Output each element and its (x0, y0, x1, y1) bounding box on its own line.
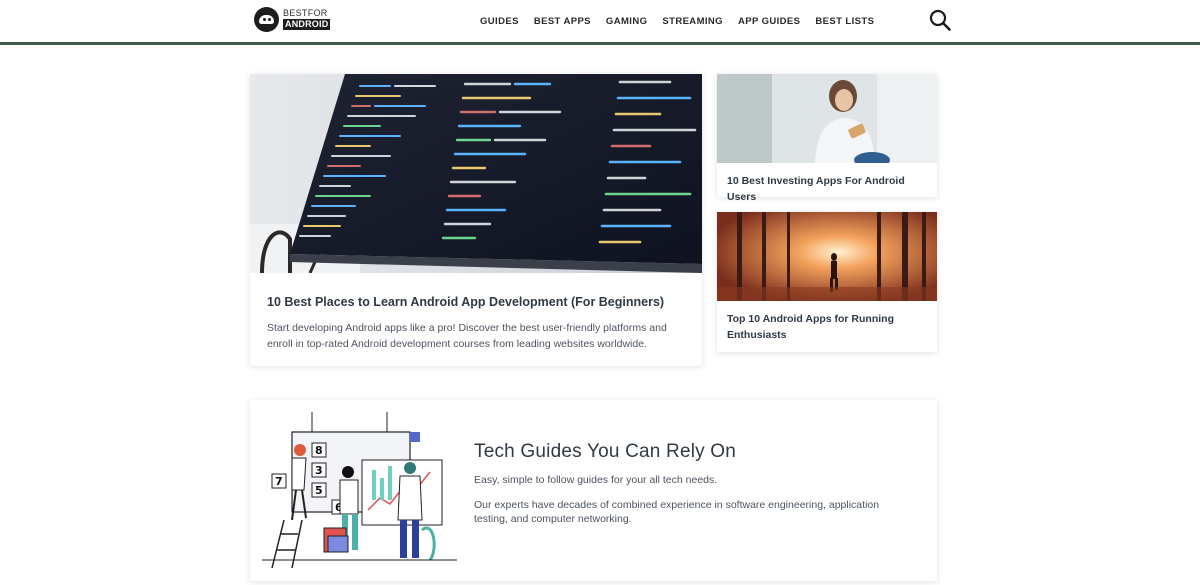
side-article-title[interactable]: 10 Best Investing Apps For Android Users (717, 163, 937, 205)
logo-text-top: BESTFOR (283, 8, 328, 18)
tech-guides-promo: 8 3 5 7 6 Tech Guides You Can Rely On Ea… (250, 400, 937, 581)
tech-guides-subtitle: Easy, simple to follow guides for your a… (474, 474, 718, 486)
android-logo-icon (254, 7, 279, 32)
tech-guides-body: Our experts have decades of combined exp… (474, 499, 880, 525)
svg-text:5: 5 (315, 484, 323, 497)
site-header: BESTFOR ANDROID GUIDES BEST APPS GAMING … (0, 0, 1200, 45)
side-article-card[interactable]: Top 10 Android Apps for Running Enthusia… (717, 212, 937, 352)
side-article-card[interactable]: 10 Best Investing Apps For Android Users (717, 74, 937, 203)
featured-article-description: Start developing Android apps like a pro… (267, 322, 667, 350)
nav-item-streaming[interactable]: STREAMING (662, 16, 723, 27)
logo-text-bottom: ANDROID (283, 19, 331, 30)
nav-item-best-apps[interactable]: BEST APPS (534, 16, 591, 27)
site-logo[interactable]: BESTFOR ANDROID (254, 7, 331, 32)
side-article-image[interactable] (717, 74, 937, 163)
tech-guides-heading: Tech Guides You Can Rely On (474, 441, 737, 462)
team-whiteboard-illustration: 8 3 5 7 6 (262, 412, 457, 569)
svg-text:3: 3 (315, 464, 323, 477)
svg-text:7: 7 (275, 475, 283, 488)
side-article-title[interactable]: Top 10 Android Apps for Running Enthusia… (717, 301, 937, 343)
search-icon[interactable] (929, 9, 951, 31)
main-nav: GUIDES BEST APPS GAMING STREAMING APP GU… (480, 16, 874, 27)
nav-item-best-lists[interactable]: BEST LISTS (815, 16, 874, 27)
featured-article-card[interactable]: 10 Best Places to Learn Android App Deve… (250, 74, 702, 366)
nav-item-app-guides[interactable]: APP GUIDES (738, 16, 800, 27)
svg-text:8: 8 (315, 444, 323, 457)
nav-item-gaming[interactable]: GAMING (606, 16, 647, 27)
nav-item-guides[interactable]: GUIDES (480, 16, 519, 27)
side-article-image[interactable] (717, 212, 937, 301)
featured-article-title[interactable]: 10 Best Places to Learn Android App Deve… (267, 295, 664, 309)
featured-article-image[interactable] (250, 74, 702, 273)
